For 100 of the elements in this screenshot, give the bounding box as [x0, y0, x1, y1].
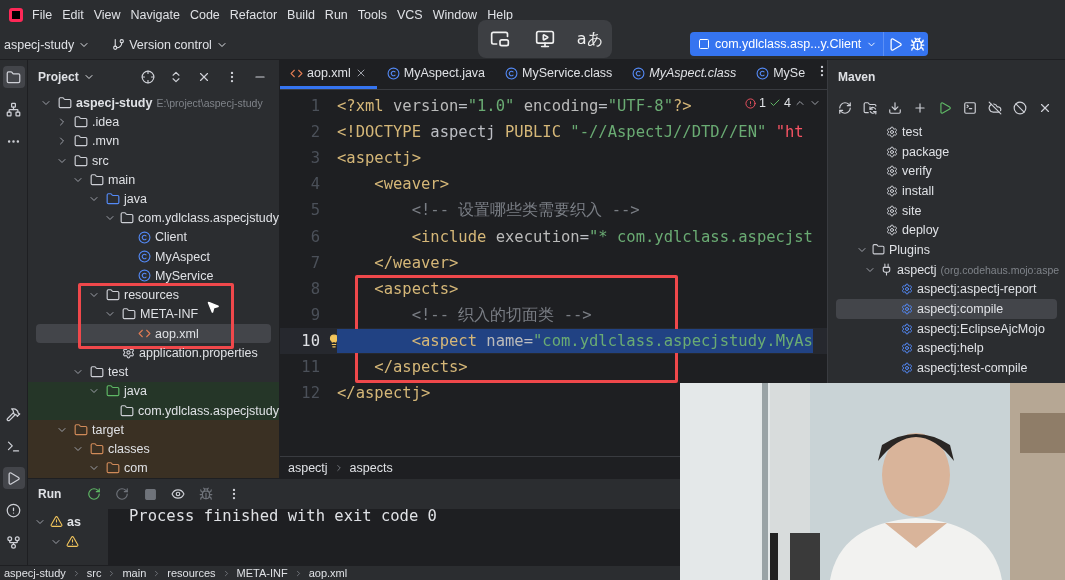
- tree-item[interactable]: Client: [28, 227, 279, 248]
- panel-title: Maven: [838, 70, 876, 84]
- class-icon: [632, 66, 646, 80]
- tree-item[interactable]: main: [28, 170, 279, 190]
- goal-icon: [901, 322, 913, 335]
- folder-icon: [122, 307, 136, 322]
- folder-icon: [106, 384, 120, 399]
- class-icon: [138, 269, 151, 283]
- editor-tab[interactable]: MyAspect.java: [376, 60, 496, 89]
- menu-item[interactable]: Window: [428, 8, 482, 22]
- translate-button[interactable]: aあ: [576, 28, 603, 50]
- gear-icon: [886, 204, 898, 217]
- menu-item[interactable]: Code: [185, 8, 224, 22]
- tree-item[interactable]: com.ydlclass.aspecjstudy: [28, 208, 279, 228]
- tree-item[interactable]: test: [28, 362, 279, 382]
- editor-tab[interactable]: MySe: [746, 60, 816, 89]
- branch-icon: [112, 38, 126, 51]
- breadcrumb-item[interactable]: resources: [167, 567, 216, 579]
- breadcrumb-item[interactable]: aspects: [349, 460, 393, 475]
- menu-item[interactable]: Edit: [58, 8, 88, 22]
- check-icon: [769, 97, 782, 109]
- tree-item[interactable]: java: [28, 189, 279, 209]
- goal-icon: [901, 283, 913, 296]
- tree-item[interactable]: package: [828, 141, 1065, 162]
- editor-tab[interactable]: MyService.class: [495, 60, 623, 89]
- tree-item[interactable]: aspectj:test-compile: [828, 358, 1065, 378]
- tree-item[interactable]: resources: [28, 285, 279, 305]
- editor-tab[interactable]: MyAspect.class: [622, 60, 747, 89]
- tree-item[interactable]: test: [828, 122, 1065, 142]
- tree-item[interactable]: aspectj:aspectj-report: [828, 279, 1065, 300]
- cursor-icon: [206, 300, 220, 314]
- menu-item[interactable]: Refactor: [225, 8, 282, 22]
- menu-item[interactable]: File: [28, 8, 57, 22]
- tree-item[interactable]: com: [28, 458, 279, 478]
- folder-icon: [106, 288, 120, 303]
- tree-item[interactable]: .idea: [28, 112, 279, 132]
- tree-item[interactable]: install: [828, 181, 1065, 201]
- tree-item[interactable]: src: [28, 150, 279, 171]
- folder-icon: [74, 134, 88, 149]
- tree-item[interactable]: application.properties: [28, 343, 279, 363]
- breadcrumb-item[interactable]: aspectj: [288, 460, 328, 475]
- tree-item[interactable]: META-INF: [28, 304, 279, 325]
- folder-icon: [106, 192, 120, 206]
- folder-icon: [74, 422, 88, 437]
- editor-tab[interactable]: aop.xml: [280, 60, 377, 89]
- breadcrumb-item[interactable]: aspecj-study: [4, 567, 66, 579]
- breadcrumb-item[interactable]: aop.xml: [308, 567, 348, 579]
- breadcrumb-item[interactable]: META-INF: [236, 567, 288, 579]
- error-icon: [745, 97, 757, 109]
- tree-item[interactable]: com.ydlclass.aspecjstudy: [28, 400, 279, 421]
- menu-item[interactable]: Help: [483, 8, 517, 22]
- folder-icon: [90, 365, 104, 380]
- folder-icon: [90, 172, 104, 187]
- tree-item[interactable]: aspectj:compile: [836, 299, 1057, 319]
- app-logo-icon[interactable]: [6, 5, 26, 25]
- window-icon: [698, 38, 710, 50]
- folder-icon: [90, 442, 104, 457]
- plugin-icon: [880, 263, 893, 277]
- folder-icon: [106, 461, 120, 476]
- tree-item[interactable]: MyAspect: [28, 247, 279, 267]
- tree-item[interactable]: aspectj:help: [828, 338, 1065, 359]
- tree-item[interactable]: .mvn: [28, 131, 279, 151]
- tree-item[interactable]: aop.xml: [36, 324, 271, 344]
- tree-item[interactable]: Plugins: [828, 240, 1065, 260]
- breadcrumb-item[interactable]: main: [122, 567, 147, 579]
- project-selector[interactable]: aspecj-study: [4, 37, 91, 52]
- version-control-button[interactable]: Version control: [112, 37, 228, 52]
- code-line: <!-- 织入的切面类 -->: [410, 304, 592, 326]
- console-output: Process finished with exit code 0: [128, 507, 437, 527]
- gear-icon: [886, 125, 898, 138]
- tree-item[interactable]: aspectj:EclipseAjcMojo: [828, 318, 1065, 339]
- panel-title-button[interactable]: Project: [38, 69, 95, 84]
- menu-item[interactable]: Navigate: [126, 8, 184, 22]
- tree-item[interactable]: site: [828, 200, 1065, 221]
- tree-item[interactable]: aspecj-study E:\project\aspecj-study: [28, 93, 279, 113]
- path-label: E:\project\aspecj-study: [156, 96, 263, 109]
- run-icon[interactable]: [2, 467, 25, 489]
- tree-item[interactable]: classes: [28, 439, 279, 459]
- menu-item[interactable]: View: [89, 8, 125, 22]
- folder-icon: [74, 153, 88, 168]
- menu-item[interactable]: Run: [320, 8, 352, 22]
- tree-item[interactable]: verify: [828, 161, 1065, 182]
- gear-icon: [886, 165, 898, 178]
- tree-item[interactable]: deploy: [828, 220, 1065, 241]
- tree-item[interactable]: MyService: [28, 266, 279, 286]
- code-line: <weaver>: [373, 174, 449, 196]
- breadcrumb-item[interactable]: src: [86, 567, 102, 579]
- folder-icon[interactable]: [2, 66, 25, 88]
- menu-item[interactable]: Tools: [353, 8, 391, 22]
- folder-icon: [74, 115, 88, 130]
- tree-item[interactable]: java: [28, 381, 279, 401]
- tree-item[interactable]: target: [28, 420, 279, 440]
- tree-item[interactable]: aspectj (org.codehaus.mojo:aspe: [828, 259, 1065, 280]
- menu-item[interactable]: VCS: [393, 8, 427, 22]
- class-icon: [505, 66, 519, 80]
- code-line: <?xml version="1.0" encoding="UTF-8"?>: [337, 96, 692, 118]
- code-line: </weaver>: [373, 252, 459, 274]
- class-icon: [138, 250, 151, 264]
- gear-icon: [886, 145, 898, 158]
- menu-item[interactable]: Build: [283, 8, 319, 22]
